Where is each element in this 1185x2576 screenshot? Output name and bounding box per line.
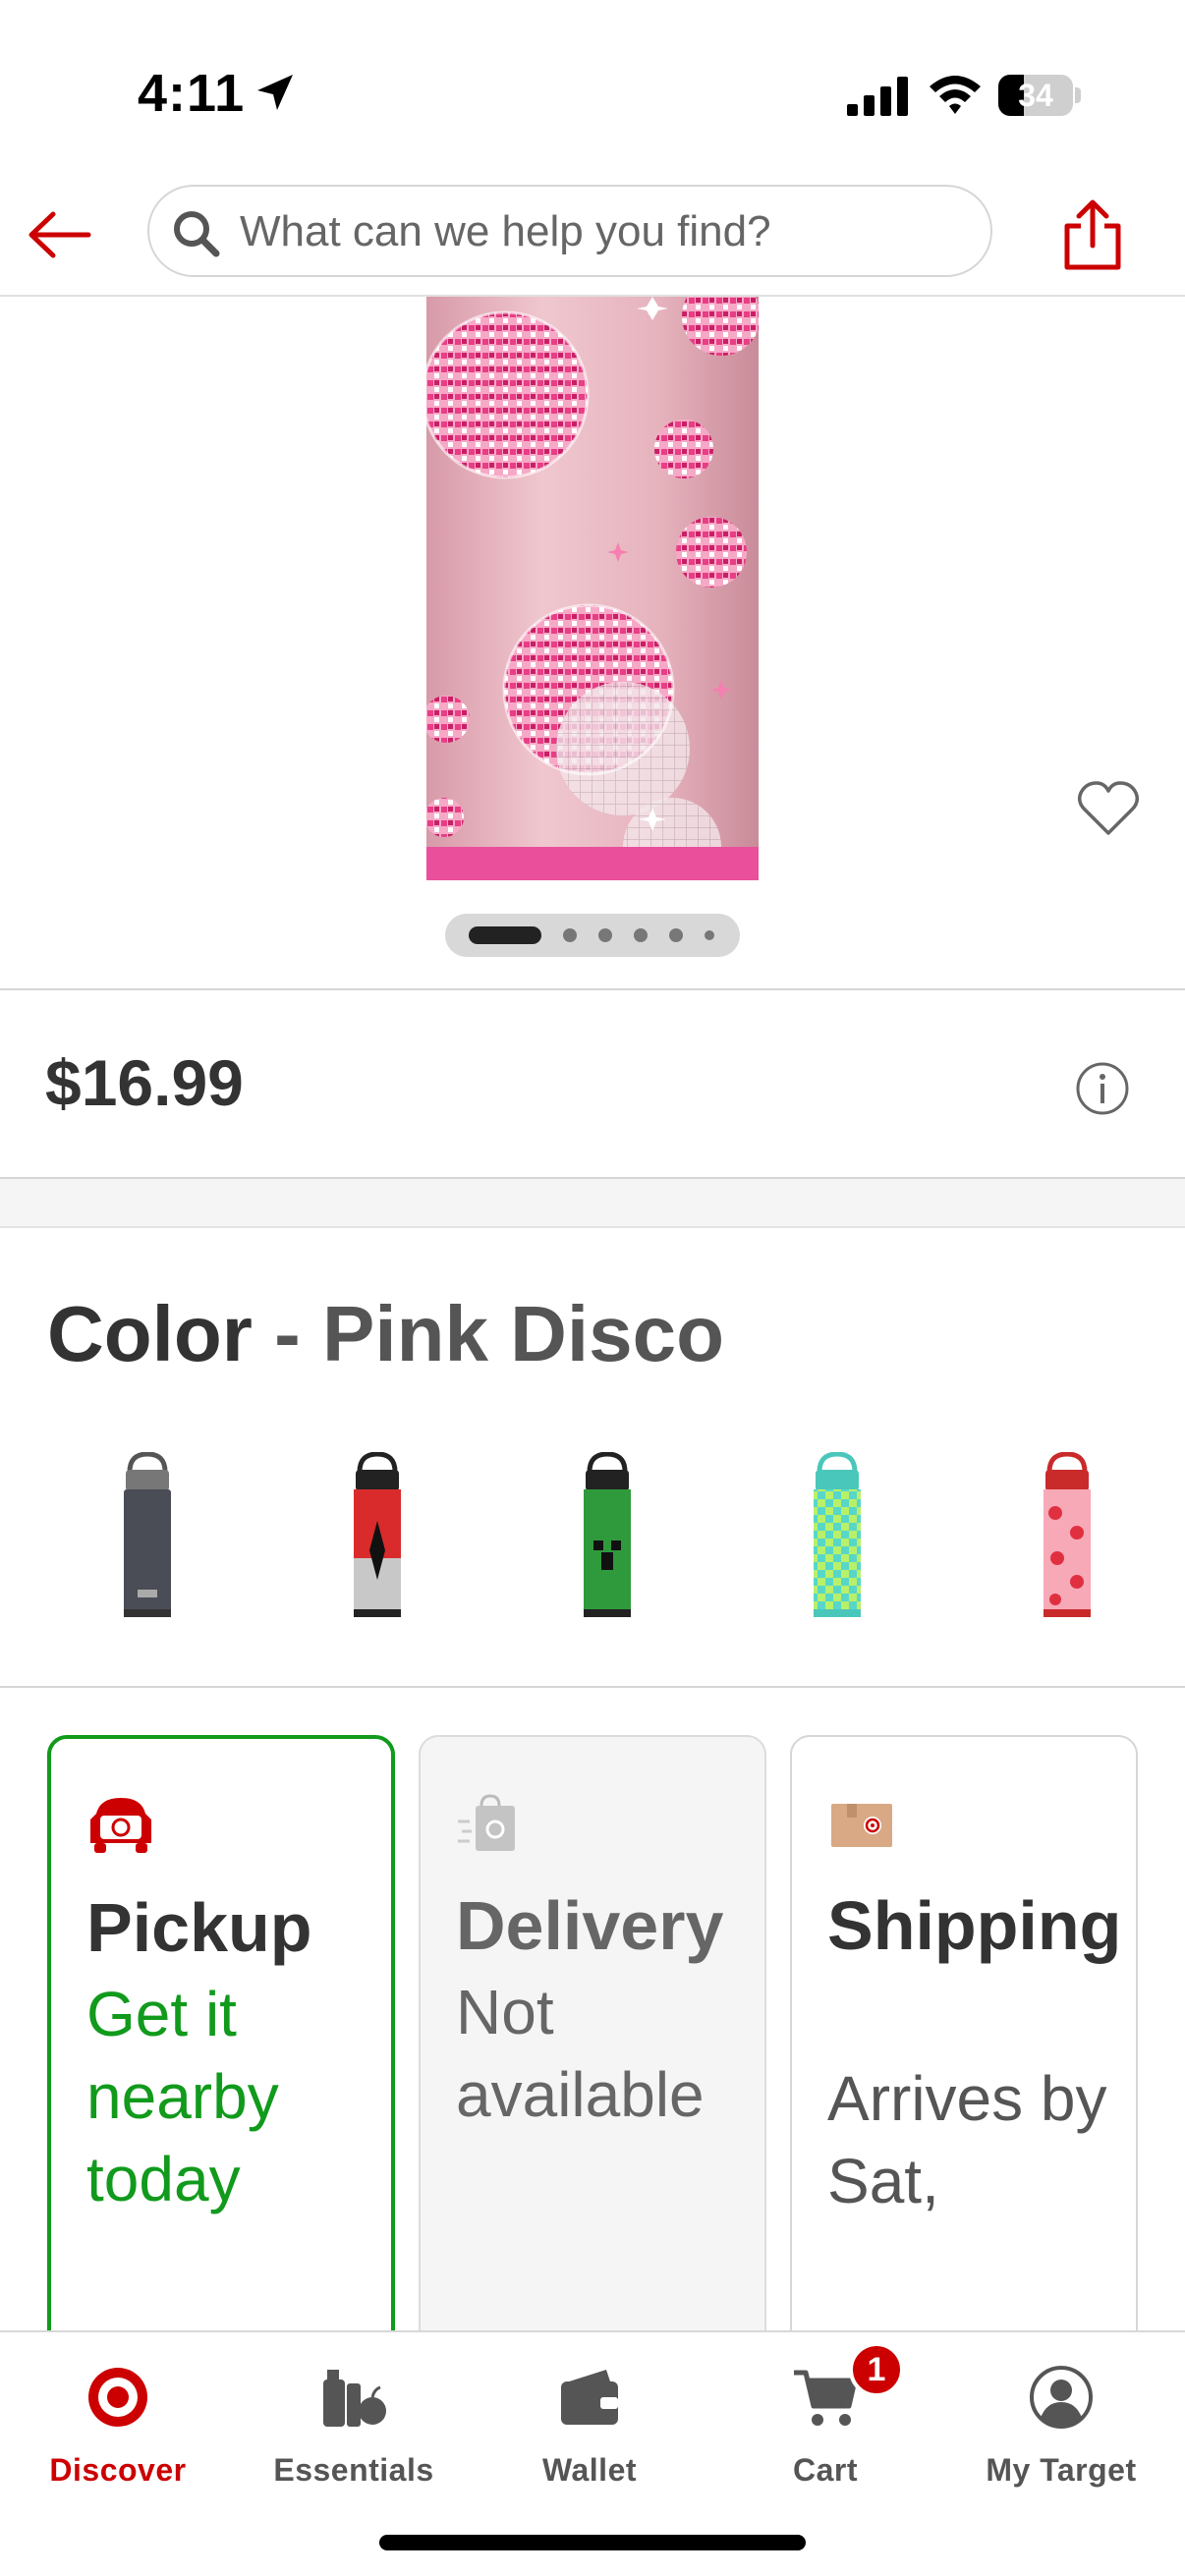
back-button[interactable] [22,196,98,273]
product-price: $16.99 [45,1046,244,1119]
back-arrow-icon [28,211,91,258]
cart-count-badge: 1 [849,2342,904,2397]
tab-my-target[interactable]: My Target [943,2358,1179,2495]
tab-wallet-label: Wallet [541,2452,638,2488]
shipping-subtitle: Arrives by Sat, [827,2063,1107,2216]
battery-cap [1075,87,1081,103]
carousel-dot[interactable] [634,928,648,942]
delivery-subtitle: Not available [456,1977,705,2130]
spiderman-bottle-icon [354,1452,401,1617]
wifi-icon [930,76,981,114]
share-button[interactable] [1051,191,1134,279]
color-selector: Color - Pink Disco [0,1230,1185,1688]
color-heading: Color - Pink Disco [47,1289,724,1379]
tab-my-target-label: My Target [986,2452,1137,2488]
target-bullseye-icon [79,2358,157,2436]
selected-color-name: Pink Disco [321,1290,725,1377]
heart-icon [1077,781,1140,835]
color-label: Color [47,1290,253,1377]
shipping-title: Shipping [827,1887,1122,1964]
delivery-option-card[interactable]: Delivery Not available [419,1735,766,2332]
status-time: 4:11 [138,64,246,123]
account-icon [1022,2358,1100,2436]
strawberry-bottle-icon [1044,1452,1091,1617]
carousel-dot[interactable] [705,930,714,940]
pickup-subtitle: Get it nearby today [86,1979,279,2214]
battery-percent: 34 [1018,78,1053,113]
essentials-icon [314,2358,393,2436]
color-swatch-gray[interactable] [88,1452,206,1625]
shipping-box-icon [831,1804,892,1847]
color-separator: - [274,1290,301,1377]
tab-wallet[interactable]: Wallet [472,2358,707,2495]
info-icon [1076,1062,1129,1115]
carousel-dot-active[interactable] [469,926,541,944]
tab-essentials[interactable]: Essentials [236,2358,472,2495]
section-divider [0,1179,1185,1228]
search-icon [174,211,220,257]
color-swatch-row [0,1452,1185,1625]
search-input[interactable] [240,200,967,263]
shipping-option-card[interactable]: Shipping Arrives by Sat, [790,1735,1138,2332]
carousel-dot[interactable] [563,928,577,942]
status-bar: 4:11 34 [0,0,1185,177]
pickup-title: Pickup [86,1889,312,1966]
delivery-bag-icon [458,1794,515,1851]
product-image-carousel[interactable] [0,297,1185,990]
carousel-page-indicator[interactable] [445,914,740,957]
favorite-button[interactable] [1071,774,1146,843]
search-bar[interactable] [147,185,992,277]
cellular-signal-icon [847,77,908,116]
color-swatch-checker[interactable] [778,1452,896,1625]
minecraft-bottle-icon [584,1452,631,1617]
checker-bottle-icon [814,1452,861,1617]
home-indicator[interactable] [379,2535,806,2550]
tab-discover-label: Discover [49,2452,187,2488]
carousel-dot[interactable] [598,928,612,942]
gray-bottle-icon [124,1452,171,1617]
tab-discover[interactable]: Discover [0,2358,236,2495]
color-swatch-strawberry[interactable] [1008,1452,1126,1625]
fulfillment-options: Pickup Get it nearby today Delivery Not … [0,1690,1185,2332]
battery-indicator: 34 [998,75,1081,116]
product-image[interactable] [426,297,759,880]
color-swatch-spiderman[interactable] [318,1452,436,1625]
carousel-dot[interactable] [669,928,683,942]
location-arrow-icon [257,75,293,110]
delivery-title: Delivery [456,1887,724,1964]
pickup-car-icon [90,1798,151,1853]
price-section: $16.99 [0,988,1185,1179]
tab-cart-label: Cart [792,2452,858,2488]
pickup-option-card[interactable]: Pickup Get it nearby today [47,1735,395,2332]
tab-cart[interactable]: Cart [707,2358,943,2495]
top-navigation [0,177,1185,297]
color-swatch-minecraft[interactable] [548,1452,666,1625]
battery-body: 34 [998,75,1073,116]
tab-essentials-label: Essentials [273,2452,434,2488]
price-info-button[interactable] [1075,1061,1130,1116]
product-detail-page: 4:11 34 What can we help you find? $16.9… [0,0,1185,2576]
wallet-icon [550,2358,629,2436]
share-icon [1064,199,1121,270]
